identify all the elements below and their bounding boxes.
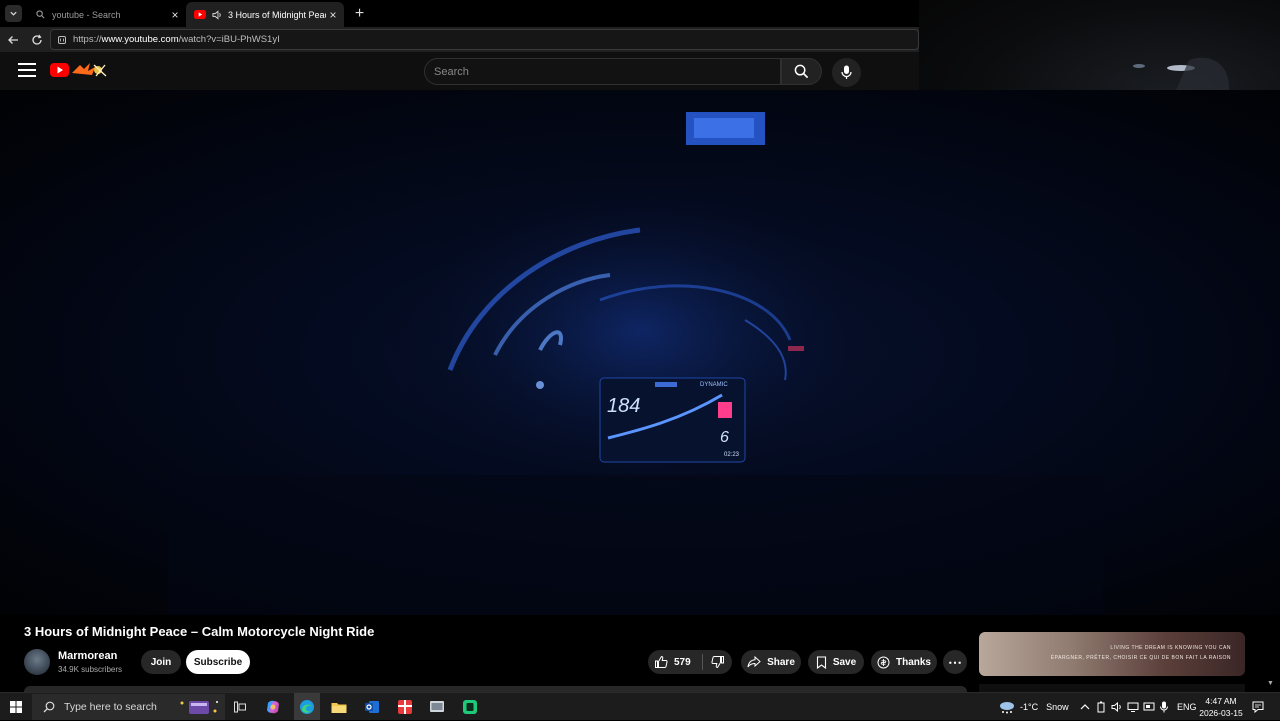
ad-text-line-2: ÉPARGNER, PRÊTER, CHOISIR CE QUI DE BON … bbox=[1050, 655, 1231, 661]
like-dislike-group: 579 bbox=[648, 650, 732, 674]
tab-title: youtube - Search bbox=[52, 9, 121, 20]
video-frame: 184 DYNAMIC 6 02:23 bbox=[168, 112, 1103, 615]
tab-current-video[interactable]: 3 Hours of Midnight Peace – Calm Motorcy… bbox=[186, 2, 344, 27]
notifications-icon[interactable] bbox=[1252, 693, 1264, 721]
back-button[interactable] bbox=[4, 31, 22, 49]
gift-app-icon[interactable] bbox=[395, 697, 415, 717]
new-tab-button[interactable]: + bbox=[351, 5, 368, 22]
weather-widget[interactable]: -1°C Snow bbox=[998, 693, 1069, 721]
thanks-label: Thanks bbox=[895, 656, 931, 668]
join-button[interactable]: Join bbox=[141, 650, 181, 674]
search-icon bbox=[38, 701, 60, 713]
video-player[interactable]: 184 DYNAMIC 6 02:23 bbox=[0, 90, 1280, 615]
volume-icon[interactable] bbox=[1111, 693, 1123, 721]
weather-text: Snow bbox=[1046, 702, 1069, 712]
thanks-icon bbox=[877, 656, 890, 668]
snow-weather-icon bbox=[1000, 702, 1014, 714]
language-indicator[interactable]: ENG bbox=[1177, 693, 1197, 721]
voice-search-button[interactable] bbox=[832, 58, 861, 87]
tab-title: 3 Hours of Midnight Peace – Calm Motorcy… bbox=[228, 9, 326, 20]
site-info-icon[interactable] bbox=[57, 35, 67, 45]
thanks-button[interactable]: Thanks bbox=[871, 650, 937, 674]
chevron-down-icon bbox=[10, 11, 17, 16]
audio-playing-icon[interactable] bbox=[212, 9, 223, 20]
url-scheme: https:// bbox=[73, 34, 102, 45]
bookmark-icon bbox=[816, 655, 826, 669]
share-button[interactable]: Share bbox=[741, 650, 801, 674]
subscribe-button[interactable]: Subscribe bbox=[186, 650, 250, 674]
start-button[interactable] bbox=[6, 697, 26, 717]
avatar[interactable] bbox=[24, 649, 50, 675]
url-host: www.youtube.com bbox=[101, 34, 179, 45]
clock-date: 2026-03-15 bbox=[1199, 708, 1243, 718]
dash-gear: 6 bbox=[720, 429, 729, 446]
tab-youtube-search[interactable]: youtube - Search × bbox=[26, 2, 186, 27]
subscriber-count: 34.9K subscribers bbox=[58, 665, 123, 674]
menu-icon[interactable] bbox=[18, 63, 36, 77]
battery-icon[interactable] bbox=[1096, 693, 1106, 721]
url-path: /watch?v=iBU-PhWS1yI bbox=[178, 34, 280, 45]
share-label: Share bbox=[767, 656, 795, 668]
tab-close-button[interactable]: × bbox=[168, 8, 182, 22]
dislike-button[interactable] bbox=[703, 655, 732, 669]
task-view-icon[interactable] bbox=[230, 697, 250, 717]
more-icon: ⋯ bbox=[948, 653, 962, 670]
search-icon bbox=[794, 64, 809, 79]
search-input[interactable]: Search bbox=[424, 58, 781, 85]
edge-browser-icon[interactable] bbox=[297, 697, 317, 717]
taskbar-search-placeholder: Type here to search bbox=[64, 701, 157, 713]
copilot-icon[interactable] bbox=[263, 697, 283, 717]
thumbs-down-icon bbox=[710, 656, 724, 669]
more-actions-button[interactable]: ⋯ bbox=[943, 650, 967, 674]
channel-name[interactable]: Marmorean bbox=[58, 650, 117, 662]
search-icon bbox=[34, 9, 46, 21]
youtube-favicon-icon bbox=[194, 9, 206, 21]
dash-mode: DYNAMIC bbox=[700, 382, 728, 388]
tray-overflow-chevron-icon[interactable] bbox=[1080, 693, 1090, 721]
browser-tab-strip: youtube - Search × 3 Hours of Midnight P… bbox=[0, 0, 919, 27]
like-count: 579 bbox=[674, 656, 691, 668]
search-button[interactable] bbox=[781, 58, 822, 85]
scroll-down-arrow-icon[interactable]: ▼ bbox=[1267, 680, 1274, 687]
video-title: 3 Hours of Midnight Peace – Calm Motorcy… bbox=[24, 624, 375, 639]
thumbs-up-icon bbox=[655, 655, 668, 668]
file-explorer-icon[interactable] bbox=[329, 697, 349, 717]
search-highlight-icon bbox=[177, 697, 221, 717]
ad-text-line-1: LIVING THE DREAM IS KNOWING YOU CAN bbox=[1110, 645, 1231, 651]
ad-info-row bbox=[979, 684, 1245, 692]
display-icon[interactable] bbox=[1143, 693, 1155, 721]
windows-taskbar: Type here to search -1°C Snow ENG 4:47 A… bbox=[0, 692, 1280, 720]
save-label: Save bbox=[832, 656, 857, 668]
ad-thumbnail[interactable]: LIVING THE DREAM IS KNOWING YOU CAN ÉPAR… bbox=[979, 632, 1245, 676]
address-bar[interactable]: https://www.youtube.com/watch?v=iBU-PhWS… bbox=[50, 29, 919, 50]
browser-toolbar: https://www.youtube.com/watch?v=iBU-PhWS… bbox=[0, 27, 919, 52]
microphone-icon bbox=[841, 65, 852, 79]
taskbar-search-box[interactable]: Type here to search bbox=[32, 694, 225, 720]
clock-time: 4:47 AM bbox=[1205, 696, 1237, 706]
youtube-logo[interactable] bbox=[50, 61, 110, 79]
app-window-icon[interactable] bbox=[427, 697, 447, 717]
dash-time: 02:23 bbox=[724, 452, 740, 458]
network-icon[interactable] bbox=[1127, 693, 1139, 721]
like-button[interactable]: 579 bbox=[648, 655, 702, 669]
windows-icon bbox=[10, 701, 22, 713]
reload-icon bbox=[32, 34, 42, 45]
tab-list-button[interactable] bbox=[5, 5, 22, 22]
youtube-masthead: Search bbox=[0, 52, 919, 90]
weather-temp: -1°C bbox=[1020, 702, 1039, 712]
back-arrow-icon bbox=[8, 36, 18, 44]
green-app-icon[interactable] bbox=[460, 697, 480, 717]
dash-speed: 184 bbox=[607, 395, 640, 417]
reload-button[interactable] bbox=[28, 31, 46, 49]
taskbar-clock[interactable]: 4:47 AM 2026-03-15 bbox=[1198, 695, 1244, 719]
microphone-icon[interactable] bbox=[1160, 693, 1168, 721]
share-icon bbox=[747, 656, 761, 668]
outlook-icon[interactable] bbox=[362, 697, 382, 717]
save-button[interactable]: Save bbox=[808, 650, 864, 674]
tab-close-button[interactable]: × bbox=[326, 8, 340, 22]
